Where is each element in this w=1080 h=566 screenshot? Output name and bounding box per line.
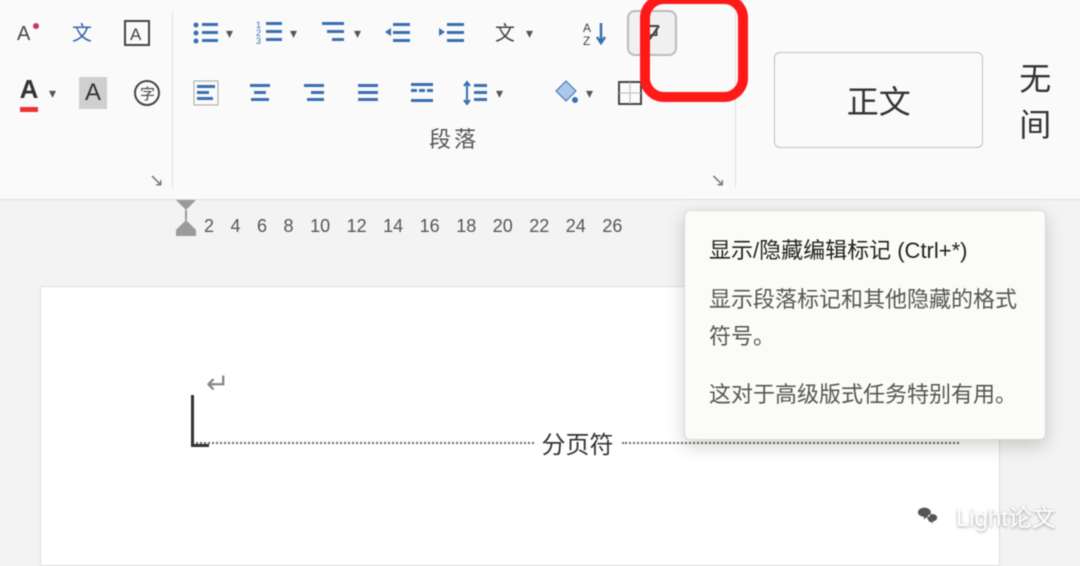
distribute-button[interactable] <box>399 70 445 116</box>
ruler-tick: 8 <box>284 216 294 237</box>
style-no-spacing[interactable]: 无间 <box>1019 54 1080 146</box>
dec-indent-icon <box>383 18 413 48</box>
style-normal[interactable]: 正文 <box>774 52 983 148</box>
char-box-icon: A <box>122 18 152 48</box>
tooltip-title: 显示/隐藏编辑标记 (Ctrl+*) <box>709 233 1021 265</box>
align-center-button[interactable] <box>237 70 283 116</box>
ruler-ticks: 2468101214161820222426 <box>204 216 622 237</box>
show-marks-button[interactable]: ↵ <box>627 10 677 56</box>
char-box-button[interactable]: A <box>114 10 160 56</box>
char-border-icon: 文 <box>68 18 98 48</box>
enclosed-char-button[interactable]: 字 <box>124 70 170 116</box>
tooltip-body-1: 显示段落标记和其他隐藏的格式符号。 <box>709 281 1021 356</box>
shading-icon <box>551 78 581 108</box>
svg-text:3: 3 <box>256 36 261 46</box>
paragraph-mark-icon: ↵ <box>206 367 229 400</box>
ruler-tick: 16 <box>420 216 440 237</box>
ruler-tick: 4 <box>231 216 241 237</box>
highlight-button[interactable]: A <box>70 70 116 116</box>
bullets-icon <box>191 18 221 48</box>
paragraph-group-launcher[interactable]: ↘ <box>710 170 725 191</box>
svg-text:字: 字 <box>140 86 155 103</box>
svg-text:A: A <box>17 23 31 45</box>
line-spacing-icon <box>461 78 491 108</box>
enclosed-icon: 字 <box>132 78 162 108</box>
ruler-tick: 6 <box>257 216 267 237</box>
line-spacing-button[interactable] <box>453 70 509 116</box>
separator-2 <box>735 12 736 187</box>
svg-text:A: A <box>130 25 142 44</box>
font-color-button[interactable]: A <box>6 70 62 116</box>
font-group-launcher[interactable]: ↘ <box>149 170 164 191</box>
ruler-tick: 24 <box>566 216 586 237</box>
ruler-tick: 2 <box>204 216 214 237</box>
separator <box>172 12 173 187</box>
text-cursor <box>191 395 194 447</box>
svg-text:文: 文 <box>72 22 92 45</box>
distribute-icon <box>407 78 437 108</box>
bullets-button[interactable] <box>183 10 239 56</box>
borders-button[interactable] <box>607 70 663 116</box>
pilcrow-icon: ↵ <box>637 18 667 48</box>
ruler-tick: 26 <box>602 216 622 237</box>
asian-layout-button[interactable]: 文 <box>483 10 539 56</box>
increase-indent-button[interactable] <box>429 10 475 56</box>
numbering-button[interactable]: 1 2 3 <box>247 10 303 56</box>
shading-button[interactable] <box>543 70 599 116</box>
phonetic-icon: A <box>14 18 44 48</box>
svg-text:Z: Z <box>583 34 590 48</box>
svg-text:↵: ↵ <box>643 22 661 47</box>
asian-layout-icon: 文 <box>491 18 521 48</box>
highlight-icon: A <box>79 77 107 109</box>
ruler-tick: 20 <box>493 216 513 237</box>
ruler-tick: 12 <box>347 216 367 237</box>
ribbon: A 文 A A A <box>0 0 1080 200</box>
align-left-icon <box>191 78 221 108</box>
align-right-icon <box>299 78 329 108</box>
svg-text:文: 文 <box>495 22 515 45</box>
ruler-tick: 10 <box>310 216 330 237</box>
align-left-button[interactable] <box>183 70 229 116</box>
page-break-label: 分页符 <box>534 425 622 460</box>
tooltip-show-marks: 显示/隐藏编辑标记 (Ctrl+*) 显示段落标记和其他隐藏的格式符号。 这对于… <box>684 210 1046 440</box>
style-normal-label: 正文 <box>847 77 911 123</box>
tooltip-body-2: 这对于高级版式任务特别有用。 <box>709 376 1021 413</box>
paragraph-group-label: 段落 <box>183 122 725 160</box>
align-right-button[interactable] <box>291 70 337 116</box>
watermark-text: Light论文 <box>956 498 1056 533</box>
group-styles: 正文 无间 <box>774 0 1080 199</box>
multilevel-button[interactable] <box>311 10 367 56</box>
justify-icon <box>353 78 383 108</box>
align-center-icon <box>245 78 275 108</box>
wechat-icon <box>910 497 946 533</box>
inc-indent-icon <box>437 18 467 48</box>
sort-button[interactable]: A Z <box>573 10 619 56</box>
sort-icon: A Z <box>581 18 611 48</box>
numbering-icon: 1 2 3 <box>255 18 285 48</box>
svg-text:A: A <box>583 21 591 35</box>
ruler-tick: 18 <box>456 216 476 237</box>
ruler-tick: 22 <box>529 216 549 237</box>
watermark: Light论文 <box>910 497 1056 533</box>
borders-icon <box>615 78 645 108</box>
multilevel-icon <box>319 18 349 48</box>
decrease-indent-button[interactable] <box>375 10 421 56</box>
group-paragraph: 1 2 3 <box>177 0 731 199</box>
ruler-tick: 14 <box>383 216 403 237</box>
style-no-spacing-label: 无间 <box>1019 61 1051 143</box>
char-border-button[interactable]: 文 <box>60 10 106 56</box>
justify-button[interactable] <box>345 70 391 116</box>
font-color-icon: A <box>20 74 39 112</box>
indent-marker[interactable] <box>174 200 198 244</box>
group-font: A 文 A A A <box>0 0 168 199</box>
phonetic-guide-button[interactable]: A <box>6 10 52 56</box>
